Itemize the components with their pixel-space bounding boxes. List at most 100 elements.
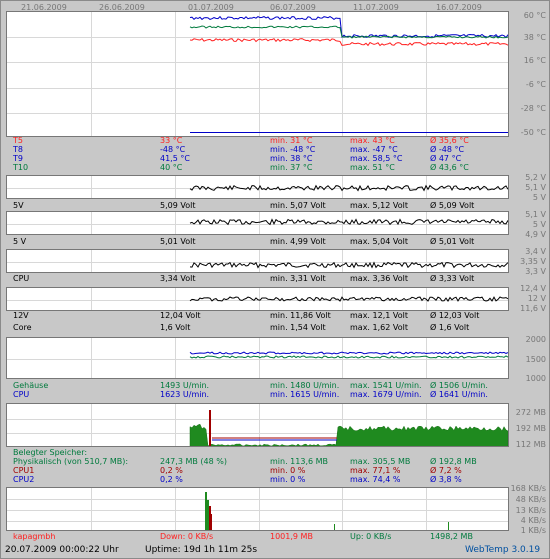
sensor-avg: Ø 35,6 °C bbox=[430, 136, 469, 145]
sensor-max: max. 1541 U/min. bbox=[350, 381, 422, 390]
sensor-avg: Ø 5,09 Volt bbox=[430, 201, 475, 210]
voltage-12v-plot bbox=[7, 288, 508, 310]
sensor-value: -48 °C bbox=[160, 145, 186, 154]
grid bbox=[7, 250, 508, 272]
axis-label: 3,35 V bbox=[520, 257, 546, 266]
sensor-value: 3,34 Volt bbox=[160, 274, 196, 283]
sensor-min: min. 3,31 Volt bbox=[270, 274, 326, 283]
sensor-min: min. 0 % bbox=[270, 466, 306, 475]
temperature-graph bbox=[6, 11, 509, 137]
axis-label: 1000 bbox=[525, 374, 546, 383]
sensor-min: min. 11,86 Volt bbox=[270, 311, 331, 320]
sensor-label: T10 bbox=[13, 163, 29, 172]
grid bbox=[7, 176, 508, 198]
memory-header-label: Belegter Speicher: bbox=[13, 448, 88, 457]
axis-label: 192 MB bbox=[515, 424, 546, 433]
grid bbox=[7, 488, 508, 530]
sensor-min: min. 4,99 Volt bbox=[270, 237, 326, 246]
download-bar bbox=[211, 514, 212, 530]
download-bar bbox=[209, 506, 211, 530]
sensor-label: CPU bbox=[13, 390, 30, 399]
sensor-max: max. 12,1 Volt bbox=[350, 311, 408, 320]
axis-label: 13 KB/s bbox=[515, 506, 546, 515]
sensor-avg: Ø 43,6 °C bbox=[430, 163, 469, 172]
sensor-min: min. 1,54 Volt bbox=[270, 323, 326, 332]
sensor-max: max. 74,4 % bbox=[350, 475, 401, 484]
sensor-value: 12,04 Volt bbox=[160, 311, 201, 320]
network-down-total: 1001,9 MB bbox=[270, 532, 313, 541]
upload-bar bbox=[205, 492, 207, 530]
sensor-max: max. 5,12 Volt bbox=[350, 201, 408, 210]
sensor-value: 33 °C bbox=[160, 136, 183, 145]
series-physical-memory bbox=[189, 423, 508, 446]
network-up: Up: 0 KB/s bbox=[350, 532, 392, 541]
sensor-avg: Ø 1506 U/min. bbox=[430, 381, 488, 390]
axis-label: 5,2 V bbox=[525, 173, 546, 182]
sensor-min: min. 1615 U/min. bbox=[270, 390, 340, 399]
sensor-avg: Ø 192,8 MB bbox=[430, 457, 477, 466]
memory-plot bbox=[7, 404, 508, 446]
sensor-value: 1,6 Volt bbox=[160, 323, 191, 332]
axis-label: 60 °C bbox=[523, 11, 546, 20]
axis-label: 168 KB/s bbox=[510, 484, 546, 493]
axis-label: 4,9 V bbox=[525, 230, 546, 239]
voltage-cpu-graph bbox=[6, 249, 509, 273]
upload-bar bbox=[334, 524, 335, 530]
temperature-plot bbox=[7, 12, 508, 136]
sensor-label: T8 bbox=[13, 145, 23, 154]
sensor-label: 5 V bbox=[13, 237, 27, 246]
grid bbox=[7, 212, 508, 234]
sensor-avg: Ø 12,03 Volt bbox=[430, 311, 480, 320]
memory-graph bbox=[6, 403, 509, 447]
upload-bar bbox=[448, 522, 449, 530]
series-t10 bbox=[189, 25, 508, 39]
axis-label: -50 °C bbox=[520, 128, 546, 137]
sensor-avg: Ø 1,6 Volt bbox=[430, 323, 470, 332]
sensor-value: 0,2 % bbox=[160, 466, 183, 475]
series-fan-gehaeuse bbox=[189, 355, 508, 359]
app-version-link[interactable]: WebTemp 3.0.19 bbox=[465, 545, 540, 555]
sensor-avg: Ø 5,01 Volt bbox=[430, 237, 475, 246]
sensor-value: 0,2 % bbox=[160, 475, 183, 484]
axis-label: -28 °C bbox=[520, 104, 546, 113]
sensor-max: max. 3,36 Volt bbox=[350, 274, 408, 283]
sensor-max: max. 43 °C bbox=[350, 136, 395, 145]
network-up-total: 1498,2 MB bbox=[430, 532, 473, 541]
sensor-label: 5V bbox=[13, 201, 24, 210]
sensor-min: min. 5,07 Volt bbox=[270, 201, 326, 210]
sensor-label: CPU2 bbox=[13, 475, 35, 484]
axis-label: 5,1 V bbox=[525, 183, 546, 192]
sensor-avg: Ø 7,2 % bbox=[430, 466, 462, 475]
status-bar: 20.07.2009 00:00:22 Uhr Uptime: 19d 1h 1… bbox=[5, 545, 545, 557]
axis-label: 11,6 V bbox=[520, 304, 546, 313]
sensor-value: 40 °C bbox=[160, 163, 183, 172]
sensor-label: CPU1 bbox=[13, 466, 35, 475]
axis-label: 4 KB/s bbox=[520, 516, 546, 525]
datetime-text: 20.07.2009 00:00:22 Uhr bbox=[5, 545, 119, 555]
sensor-max: max. 51 °C bbox=[350, 163, 395, 172]
sensor-max: max. 5,04 Volt bbox=[350, 237, 408, 246]
axis-label: 5 V bbox=[532, 220, 546, 229]
sensor-avg: Ø 47 °C bbox=[430, 154, 462, 163]
voltage-cpu-plot bbox=[7, 250, 508, 272]
sensor-avg: Ø 3,8 % bbox=[430, 475, 462, 484]
voltage-5v-plot bbox=[7, 176, 508, 198]
voltage-5v-b-graph bbox=[6, 211, 509, 235]
sensor-label: Physikalisch (von 510,7 MB): bbox=[13, 457, 129, 466]
series-5v-b bbox=[189, 218, 508, 226]
axis-label: 2000 bbox=[525, 335, 546, 344]
axis-label: 272 MB bbox=[515, 408, 546, 417]
uptime-text: Uptime: 19d 1h 11m 25s bbox=[145, 545, 258, 555]
axis-label: 5 V bbox=[532, 193, 546, 202]
sensor-min: min. 37 °C bbox=[270, 163, 313, 172]
sensor-max: max. 305,5 MB bbox=[350, 457, 411, 466]
sensor-avg: Ø 3,33 Volt bbox=[430, 274, 475, 283]
sensor-min: min. 0 % bbox=[270, 475, 306, 484]
sensor-value: 1493 U/min. bbox=[160, 381, 210, 390]
series-t5 bbox=[189, 38, 508, 47]
sensor-min: min. -48 °C bbox=[270, 145, 316, 154]
webtemp-window: 21.06.2009 26.06.2009 01.07.2009 06.07.2… bbox=[0, 0, 550, 559]
sensor-label: 12V bbox=[13, 311, 29, 320]
network-down: Down: 0 KB/s bbox=[160, 532, 214, 541]
grid bbox=[7, 12, 508, 136]
